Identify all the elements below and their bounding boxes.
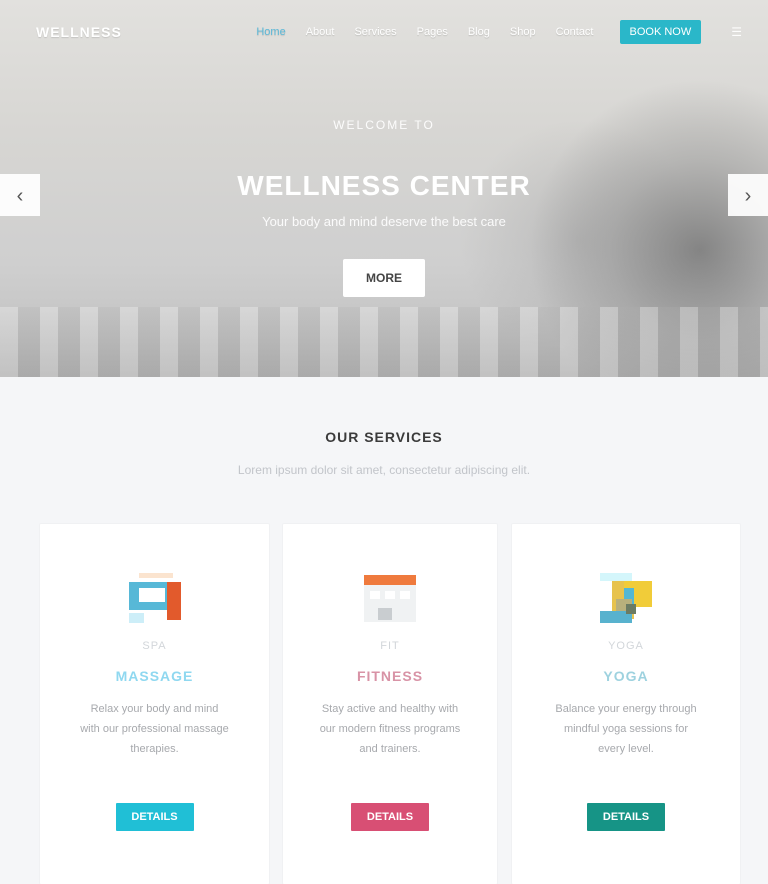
hero-title: WELLNESS CENTER xyxy=(237,170,531,201)
nav-shop-link[interactable]: Shop xyxy=(510,26,536,38)
service-card-1: SPA MASSAGE Relax your body and mind wit… xyxy=(40,524,269,884)
puzzle-icon xyxy=(598,570,654,626)
hero-content: WELCOME TO WELLNESS CENTER Your body and… xyxy=(0,118,768,297)
nav-home-link[interactable]: Home xyxy=(256,26,285,38)
services-subtitle: Lorem ipsum dolor sit amet, consectetur … xyxy=(237,463,531,477)
top-navigation-bar: WELLNESS Home About Services Pages Blog … xyxy=(0,0,768,64)
card-title: FITNESS xyxy=(356,668,424,684)
card-kicker: SPA xyxy=(142,640,167,652)
service-card-2: FIT FITNESS Stay active and healthy with… xyxy=(283,524,497,884)
card-details-button[interactable]: DETAILS xyxy=(115,803,194,832)
hero-section: WELLNESS Home About Services Pages Blog … xyxy=(0,0,768,377)
service-card-3: YOGA YOGA Balance your energy through mi… xyxy=(512,524,740,884)
card-title: YOGA xyxy=(603,668,649,684)
nav-services-link[interactable]: Services xyxy=(354,26,396,38)
nav-about-link[interactable]: About xyxy=(306,26,335,38)
service-cards: SPA MASSAGE Relax your body and mind wit… xyxy=(40,524,740,884)
main-navigation: Home About Services Pages Blog Shop Cont… xyxy=(256,20,742,44)
screen-icon xyxy=(127,570,183,626)
hero-prev-arrow[interactable]: ‹ xyxy=(0,174,40,216)
nav-blog-link[interactable]: Blog xyxy=(468,26,490,38)
card-details-button[interactable]: DETAILS xyxy=(587,803,665,832)
services-section: OUR SERVICES Lorem ipsum dolor sit amet,… xyxy=(0,377,768,884)
nav-contact-link[interactable]: Contact xyxy=(556,26,594,38)
hero-more-button[interactable]: MORE xyxy=(343,259,425,297)
menu-icon[interactable]: ☰ xyxy=(731,25,742,39)
card-title: MASSAGE xyxy=(115,668,194,684)
card-kicker: FIT xyxy=(380,640,400,652)
site-logo[interactable]: WELLNESS xyxy=(36,24,122,40)
nav-pages-link[interactable]: Pages xyxy=(417,26,448,38)
hero-next-arrow[interactable]: › xyxy=(728,174,768,216)
calendar-icon xyxy=(362,570,418,626)
card-details-button[interactable]: DETAILS xyxy=(351,803,429,832)
card-description: Relax your body and mind with our profes… xyxy=(80,703,229,755)
card-description: Balance your energy through mindful yoga… xyxy=(555,703,697,755)
hero-subtitle: Your body and mind deserve the best care xyxy=(262,214,506,229)
book-now-button[interactable]: BOOK NOW xyxy=(619,20,702,44)
hero-eyebrow: WELCOME TO xyxy=(333,118,435,132)
card-kicker: YOGA xyxy=(608,640,644,652)
services-title: OUR SERVICES xyxy=(325,429,443,445)
card-description: Stay active and healthy with our modern … xyxy=(319,703,461,755)
